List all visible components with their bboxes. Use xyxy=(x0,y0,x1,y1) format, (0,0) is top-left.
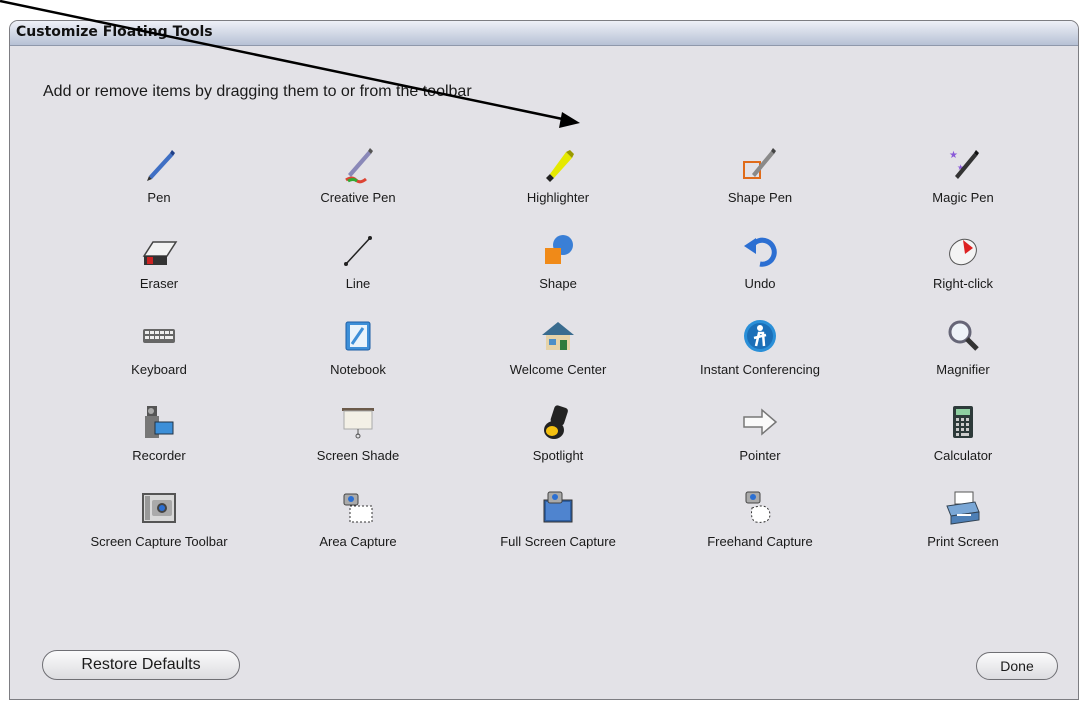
restore-defaults-button[interactable]: Restore Defaults xyxy=(42,650,240,680)
tool-item-undo[interactable]: Undo xyxy=(660,230,860,291)
highlighter-icon xyxy=(538,144,578,184)
tool-label: Calculator xyxy=(933,448,993,463)
tool-item-pointer[interactable]: Pointer xyxy=(660,402,860,463)
tool-item-creative-pen[interactable]: Creative Pen xyxy=(258,144,458,205)
tool-item-area-capture[interactable]: Area Capture xyxy=(258,488,458,549)
tool-label: Shape xyxy=(539,276,577,291)
undo-icon xyxy=(740,230,780,270)
tool-label: Full Screen Capture xyxy=(500,534,616,549)
tool-item-freehand-capture[interactable]: Freehand Capture xyxy=(660,488,860,549)
tool-item-eraser[interactable]: Eraser xyxy=(59,230,259,291)
tool-item-pen[interactable]: Pen xyxy=(59,144,259,205)
tool-label: Magnifier xyxy=(936,362,990,377)
tool-label: Spotlight xyxy=(532,448,584,463)
tool-label: Screen Capture Toolbar xyxy=(90,534,228,549)
magnifier-icon xyxy=(943,316,983,356)
eraser-icon xyxy=(139,230,179,270)
window-title: Customize Floating Tools xyxy=(16,24,213,40)
line-icon xyxy=(338,230,378,270)
creative-pen-icon xyxy=(338,144,378,184)
instant-conferencing-icon xyxy=(740,316,780,356)
tool-item-full-screen-capture[interactable]: Full Screen Capture xyxy=(458,488,658,549)
print-screen-icon xyxy=(943,488,983,528)
tool-item-recorder[interactable]: Recorder xyxy=(59,402,259,463)
right-click-icon xyxy=(943,230,983,270)
tool-item-shape[interactable]: Shape xyxy=(458,230,658,291)
title-bar[interactable]: Customize Floating Tools xyxy=(10,21,1078,46)
tool-label: Keyboard xyxy=(131,362,187,377)
tool-label: Pointer xyxy=(739,448,781,463)
tool-item-print-screen[interactable]: Print Screen xyxy=(863,488,1063,549)
tool-label: Eraser xyxy=(139,276,179,291)
magic-pen-icon: ★ ★ xyxy=(943,144,983,184)
notebook-icon xyxy=(338,316,378,356)
tool-label: Area Capture xyxy=(319,534,397,549)
tool-item-magnifier[interactable]: Magnifier xyxy=(863,316,1063,377)
shape-icon xyxy=(538,230,578,270)
tool-item-screen-shade[interactable]: Screen Shade xyxy=(258,402,458,463)
screen-capture-toolbar-icon xyxy=(139,488,179,528)
tool-label: Right-click xyxy=(933,276,993,291)
full-screen-capture-icon xyxy=(538,488,578,528)
tool-label: Print Screen xyxy=(927,534,999,549)
area-capture-icon xyxy=(338,488,378,528)
tool-label: Highlighter xyxy=(526,190,590,205)
tool-item-calculator[interactable]: Calculator xyxy=(863,402,1063,463)
svg-text:★: ★ xyxy=(949,150,958,161)
screen-shade-icon xyxy=(338,402,378,442)
tool-label: Undo xyxy=(744,276,776,291)
tool-item-highlighter[interactable]: Highlighter xyxy=(458,144,658,205)
tool-label: Instant Conferencing xyxy=(700,362,820,377)
customize-floating-tools-dialog: Customize Floating Tools Add or remove i… xyxy=(9,20,1079,700)
tool-item-notebook[interactable]: Notebook xyxy=(258,316,458,377)
tool-item-shape-pen[interactable]: Shape Pen xyxy=(660,144,860,205)
tool-label: Line xyxy=(345,276,371,291)
welcome-center-icon xyxy=(538,316,578,356)
tool-label: Pen xyxy=(147,190,171,205)
tool-label: Shape Pen xyxy=(727,190,793,205)
tool-item-line[interactable]: Line xyxy=(258,230,458,291)
recorder-icon xyxy=(139,402,179,442)
tool-label: Recorder xyxy=(132,448,186,463)
shape-pen-icon xyxy=(740,144,780,184)
tool-item-keyboard[interactable]: Keyboard xyxy=(59,316,259,377)
instruction-text: Add or remove items by dragging them to … xyxy=(43,83,472,100)
tool-item-magic-pen[interactable]: ★ ★ Magic Pen xyxy=(863,144,1063,205)
tool-label: Creative Pen xyxy=(320,190,396,205)
done-button[interactable]: Done xyxy=(976,652,1058,680)
tool-label: Freehand Capture xyxy=(707,534,813,549)
calculator-icon xyxy=(943,402,983,442)
tool-item-welcome-center[interactable]: Welcome Center xyxy=(458,316,658,377)
spotlight-icon xyxy=(538,402,578,442)
tool-label: Notebook xyxy=(330,362,386,377)
freehand-capture-icon xyxy=(740,488,780,528)
tool-item-instant-conferencing[interactable]: Instant Conferencing xyxy=(660,316,860,377)
keyboard-icon xyxy=(139,316,179,356)
tool-label: Magic Pen xyxy=(932,190,994,205)
tool-item-screen-capture-toolbar[interactable]: Screen Capture Toolbar xyxy=(59,488,259,549)
pointer-icon xyxy=(740,402,780,442)
tool-item-right-click[interactable]: Right-click xyxy=(863,230,1063,291)
pen-icon xyxy=(139,144,179,184)
tool-label: Welcome Center xyxy=(509,362,607,377)
tool-item-spotlight[interactable]: Spotlight xyxy=(458,402,658,463)
tool-label: Screen Shade xyxy=(316,448,400,463)
